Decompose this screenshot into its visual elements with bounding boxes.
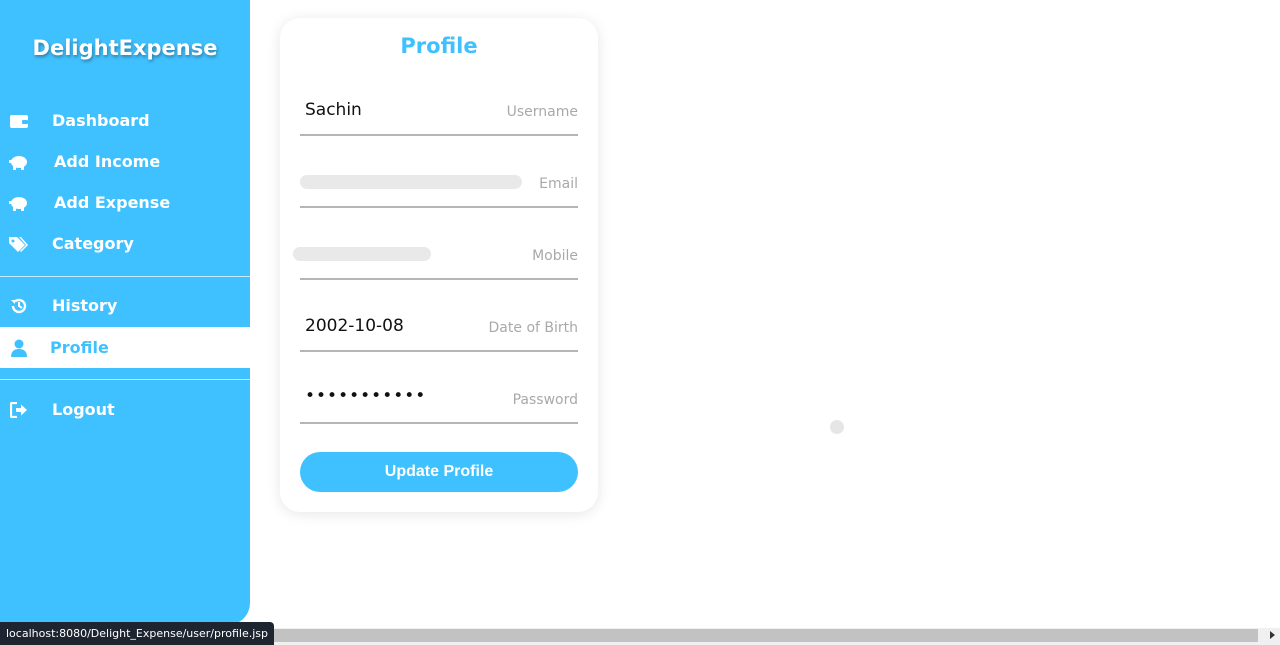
nav-divider: [0, 379, 250, 380]
username-label: Username: [506, 104, 578, 120]
sign-out-icon: [9, 401, 29, 419]
sidebar: DelightExpense Dashboard Add Income Add …: [0, 0, 250, 625]
history-icon: [9, 297, 29, 315]
wallet-icon: [9, 112, 29, 130]
nav-add-expense[interactable]: Add Expense: [0, 182, 250, 223]
scroll-right-arrow-icon[interactable]: [1270, 631, 1275, 639]
nav-category-label: Category: [52, 234, 134, 253]
email-label: Email: [539, 176, 578, 192]
scrollbar-thumb[interactable]: [262, 629, 1258, 642]
nav-divider: [0, 276, 250, 277]
dob-value: 2002-10-08: [305, 316, 404, 336]
piggy-bank-icon: [9, 194, 29, 212]
password-field[interactable]: ••••••••••• Password: [300, 378, 578, 424]
nav-dashboard[interactable]: Dashboard: [0, 100, 250, 141]
nav-profile[interactable]: Profile: [0, 327, 250, 368]
brand-logo: DelightExpense: [32, 36, 218, 60]
password-label: Password: [512, 392, 578, 408]
nav-dashboard-label: Dashboard: [52, 111, 150, 130]
horizontal-scrollbar[interactable]: [262, 628, 1280, 645]
nav-history[interactable]: History: [0, 285, 250, 326]
mobile-redaction: [293, 247, 431, 261]
username-value: Sachin: [305, 100, 362, 120]
mobile-field[interactable]: Mobile: [293, 234, 578, 280]
status-url: localhost:8080/Delight_Expense/user/prof…: [0, 622, 274, 645]
profile-card: Profile Sachin Username Email Mobile 200…: [280, 18, 598, 512]
username-field[interactable]: Sachin Username: [300, 90, 578, 136]
nav-logout[interactable]: Logout: [0, 389, 250, 430]
nav-profile-label: Profile: [50, 338, 109, 357]
loading-dot: [830, 420, 844, 434]
update-profile-button[interactable]: Update Profile: [300, 452, 578, 492]
mobile-label: Mobile: [532, 248, 578, 264]
nav-add-expense-label: Add Expense: [54, 193, 171, 212]
dob-field[interactable]: 2002-10-08 Date of Birth: [300, 306, 578, 352]
email-redaction: [300, 175, 522, 189]
nav-add-income[interactable]: Add Income: [0, 141, 250, 182]
piggy-bank-icon: [9, 153, 29, 171]
card-title: Profile: [400, 34, 478, 58]
user-icon: [9, 339, 29, 357]
nav-logout-label: Logout: [52, 400, 115, 419]
dob-label: Date of Birth: [488, 320, 578, 336]
password-value: •••••••••••: [305, 386, 427, 406]
nav-history-label: History: [52, 296, 118, 315]
email-field[interactable]: Email: [300, 162, 578, 208]
tags-icon: [9, 235, 29, 253]
nav-add-income-label: Add Income: [54, 152, 161, 171]
nav-category[interactable]: Category: [0, 223, 250, 264]
